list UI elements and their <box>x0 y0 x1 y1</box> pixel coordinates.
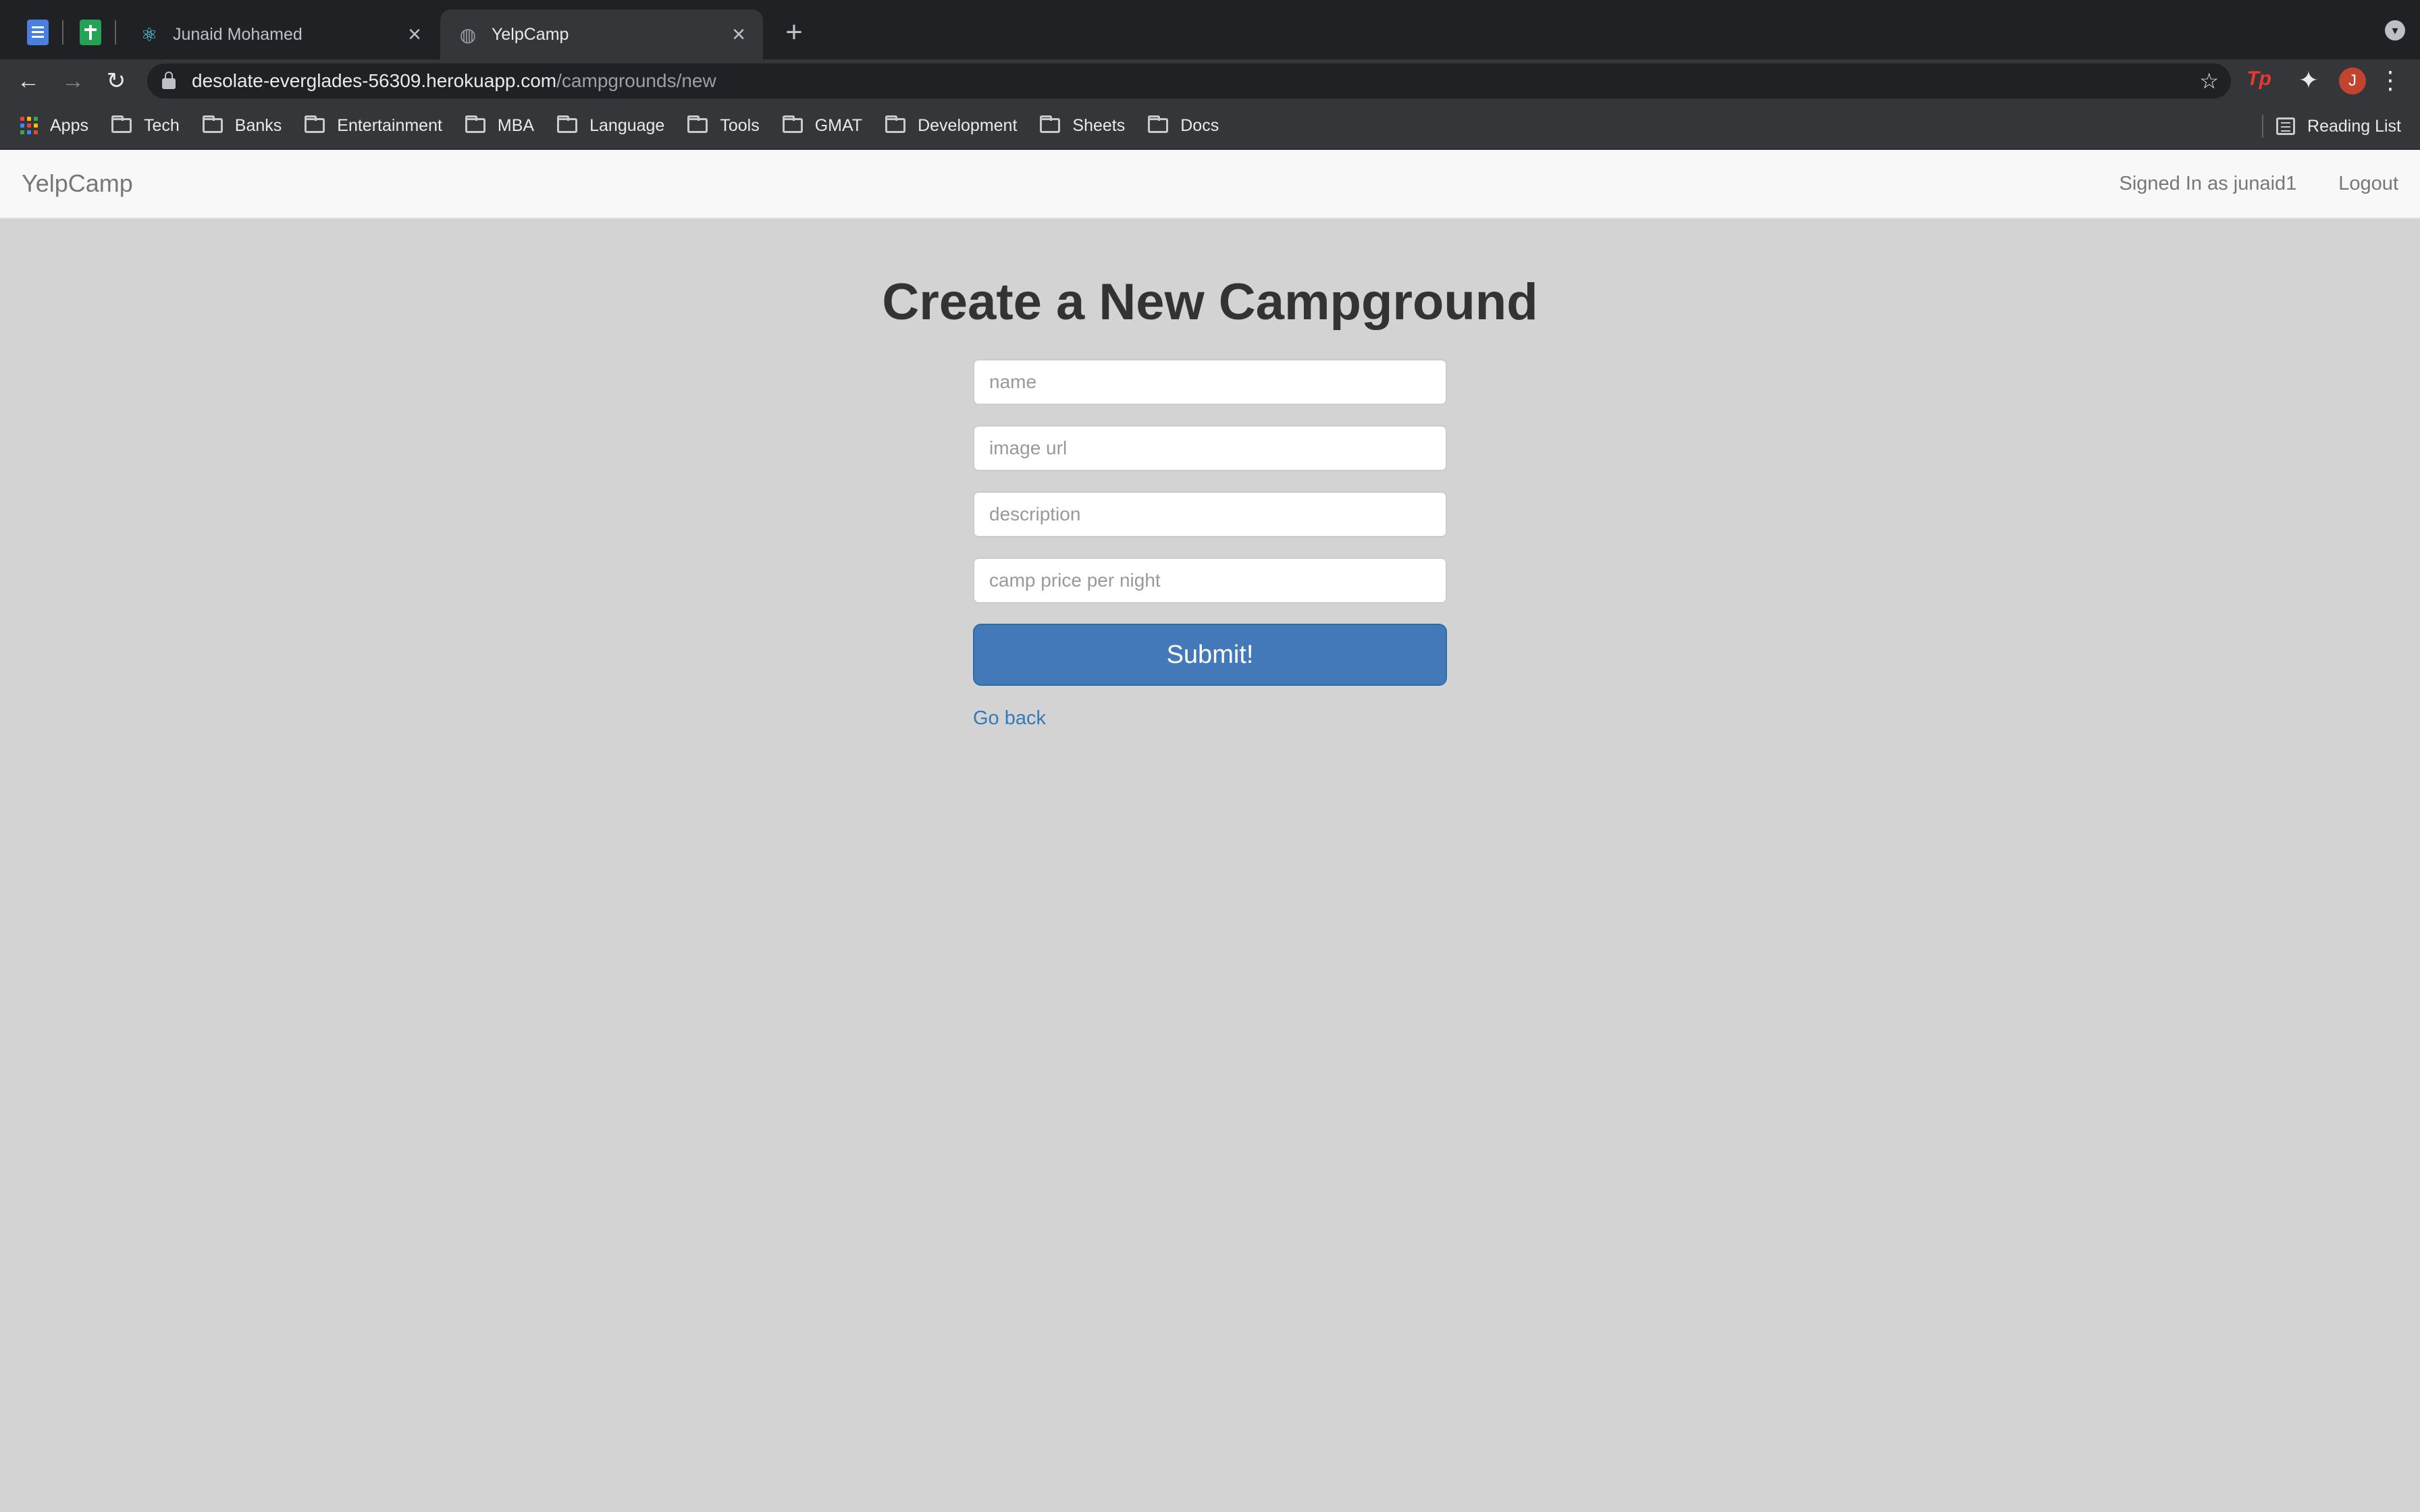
react-atom-icon: ⚛ <box>140 24 158 45</box>
pinned-tab-docs[interactable] <box>22 16 54 49</box>
bookmark-apps[interactable]: Apps <box>20 116 88 136</box>
bookmark-label: MBA <box>497 115 535 135</box>
browser-chrome: ⚛ Junaid Mohamed × ◍ YelpCamp × + ▾ ← → … <box>0 0 2420 150</box>
reading-list-label: Reading List <box>2307 116 2401 136</box>
bookmarks-bar: Apps Tech Banks Entertainment MBA Langua… <box>0 103 2420 150</box>
extensions-puzzle-icon[interactable]: ✦ <box>2298 66 2319 94</box>
bookmark-star-icon[interactable]: ☆ <box>2199 68 2219 94</box>
bookmark-label: Docs <box>1180 115 1219 135</box>
bookmark-folder-language[interactable]: Language <box>557 115 665 136</box>
folder-icon <box>1148 115 1169 133</box>
lock-icon[interactable] <box>162 72 176 89</box>
tab-title: Junaid Mohamed <box>173 24 302 44</box>
google-sheets-icon <box>80 20 101 45</box>
price-input[interactable] <box>973 558 1447 603</box>
bookmark-label: Entertainment <box>337 115 442 135</box>
browser-menu-icon[interactable]: ⋮ <box>2378 65 2402 96</box>
pinned-tab-sheets[interactable] <box>74 16 107 49</box>
browser-toolbar: ← → ↻ desolate-everglades-56309.herokuap… <box>0 59 2420 103</box>
bookmark-label: Sheets <box>1072 115 1126 135</box>
bookmark-folder-tech[interactable]: Tech <box>111 115 180 136</box>
url-text[interactable]: desolate-everglades-56309.herokuapp.com/… <box>192 70 716 92</box>
url-host: desolate-everglades-56309.herokuapp.com <box>192 70 557 91</box>
submit-button[interactable]: Submit! <box>973 624 1447 686</box>
folder-icon <box>202 115 223 133</box>
globe-icon: ◍ <box>459 24 477 45</box>
folder-icon <box>465 115 485 133</box>
new-tab-button[interactable]: + <box>778 16 810 49</box>
page-title: Create a New Campground <box>882 273 1538 331</box>
extension-tp-icon[interactable]: Tp <box>2246 68 2271 90</box>
bookmarks-separator <box>2262 115 2263 138</box>
close-icon[interactable]: × <box>404 22 425 48</box>
forward-arrow-icon[interactable]: → <box>58 66 88 96</box>
folder-icon <box>305 115 325 133</box>
bookmark-label: Language <box>589 115 665 135</box>
bookmark-folder-development[interactable]: Development <box>885 115 1018 136</box>
new-campground-form: Submit! Go back <box>973 359 1447 730</box>
reading-list-icon <box>2276 117 2296 135</box>
tab-separator <box>62 20 63 45</box>
bookmark-folder-sheets[interactable]: Sheets <box>1040 115 1126 136</box>
description-input[interactable] <box>973 491 1447 537</box>
profile-avatar[interactable]: J <box>2339 68 2366 94</box>
brand-link[interactable]: YelpCamp <box>22 169 2077 198</box>
bookmark-folder-tools[interactable]: Tools <box>687 115 760 136</box>
tab-title: YelpCamp <box>492 24 569 44</box>
google-docs-icon <box>27 20 49 45</box>
bookmark-label: Banks <box>234 115 282 135</box>
folder-icon <box>111 115 132 133</box>
bookmark-folder-banks[interactable]: Banks <box>202 115 282 136</box>
folder-icon <box>557 115 578 133</box>
bookmark-folder-entertainment[interactable]: Entertainment <box>305 115 442 136</box>
close-icon[interactable]: × <box>728 22 749 48</box>
logout-link[interactable]: Logout <box>2338 173 2398 195</box>
bookmark-folder-docs[interactable]: Docs <box>1148 115 1219 136</box>
bookmark-folder-mba[interactable]: MBA <box>465 115 535 136</box>
folder-icon <box>1040 115 1061 133</box>
folder-icon <box>885 115 906 133</box>
app-navbar: YelpCamp Signed In as junaid1 Logout <box>0 150 2420 219</box>
folder-icon <box>782 115 803 133</box>
tab-separator <box>115 20 116 45</box>
image-url-input[interactable] <box>973 425 1447 471</box>
folder-icon <box>687 115 708 133</box>
go-back-link[interactable]: Go back <box>973 707 1046 730</box>
bookmark-label: Tech <box>143 115 180 135</box>
reload-icon[interactable]: ↻ <box>101 66 131 96</box>
tab-strip: ⚛ Junaid Mohamed × ◍ YelpCamp × + ▾ <box>0 0 2420 59</box>
name-input[interactable] <box>973 359 1447 405</box>
bookmark-folder-gmat[interactable]: GMAT <box>782 115 863 136</box>
tab-search-icon[interactable]: ▾ <box>2385 20 2405 40</box>
address-bar[interactable]: desolate-everglades-56309.herokuapp.com/… <box>147 63 2231 99</box>
bookmark-label: Apps <box>50 115 88 135</box>
tab-yelpcamp[interactable]: ◍ YelpCamp × <box>440 9 763 59</box>
bookmark-label: GMAT <box>814 115 863 135</box>
url-path: /campgrounds/new <box>556 70 716 91</box>
signed-in-link[interactable]: Signed In as junaid1 <box>2119 173 2296 195</box>
bookmark-label: Tools <box>720 115 760 135</box>
reading-list-button[interactable]: Reading List <box>2276 103 2401 150</box>
bookmark-label: Development <box>918 115 1018 135</box>
back-arrow-icon[interactable]: ← <box>14 66 43 96</box>
apps-grid-icon <box>20 117 38 134</box>
tab-junaid-mohamed[interactable]: ⚛ Junaid Mohamed × <box>122 9 439 59</box>
